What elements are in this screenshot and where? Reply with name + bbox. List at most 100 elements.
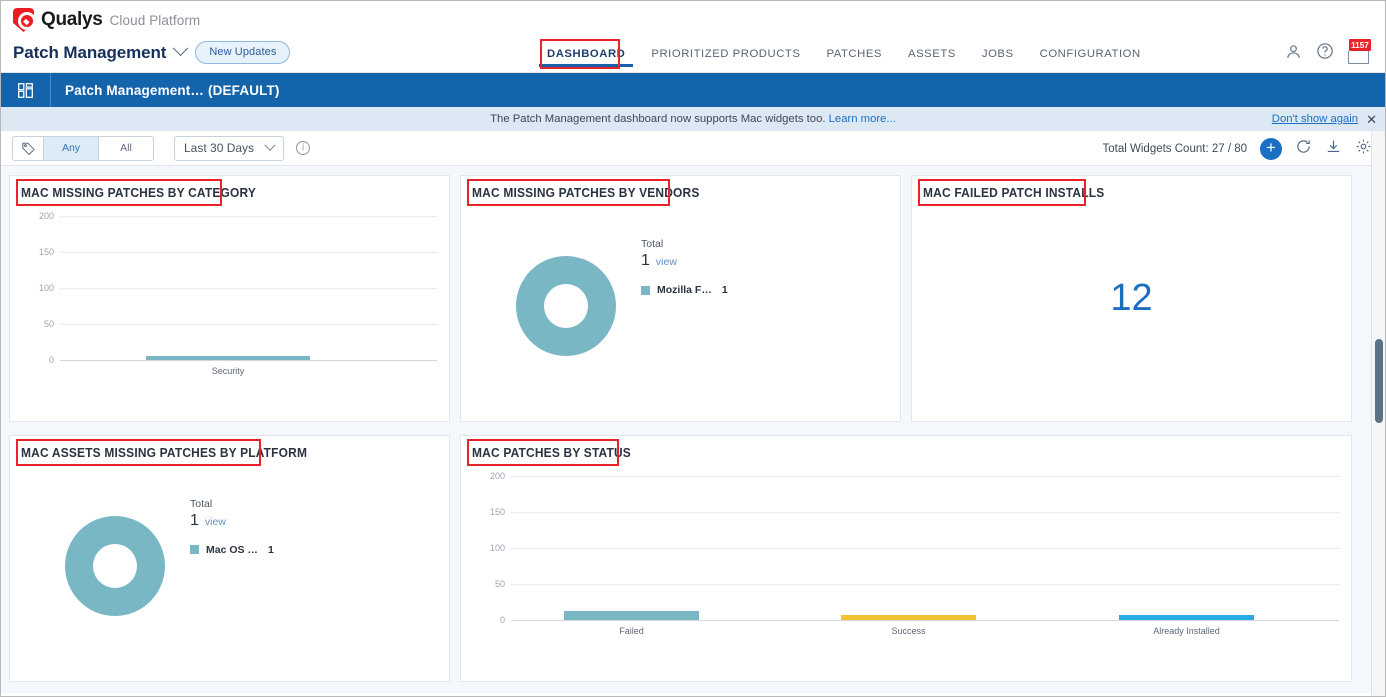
bar-already-installed[interactable]: [1119, 615, 1254, 620]
widget-count-label: Total Widgets Count: 27 / 80: [1103, 143, 1247, 155]
view-link[interactable]: view: [656, 256, 677, 268]
brand-logo[interactable]: Qualys Cloud Platform: [13, 8, 200, 32]
qualys-logo-icon: [13, 8, 34, 32]
top-brand-bar: Qualys Cloud Platform Patch Management N…: [1, 1, 1385, 73]
total-label: Total: [641, 238, 728, 250]
widget-title: MAC ASSETS MISSING PATCHES BY PLATFORM: [10, 436, 307, 460]
main-navigation: DASHBOARD PRIORITIZED PRODUCTS PATCHES A…: [534, 45, 1154, 68]
tag-filter-group: Any All: [12, 136, 154, 161]
time-period-value: Last 30 Days: [184, 141, 254, 155]
inbox-tray-shape: [1348, 51, 1369, 64]
widget-title: MAC MISSING PATCHES BY VENDORS: [461, 176, 700, 200]
dashboard-title-bar: Patch Management… (DEFAULT): [1, 73, 1385, 107]
donut-legend: Total 1 view Mac OS … 1: [190, 498, 274, 556]
total-value: 1: [641, 252, 650, 270]
toolbar-right-actions: Total Widgets Count: 27 / 80 +: [1103, 131, 1372, 166]
bar-chart-category: 200 150 100 50 0 Security: [20, 216, 437, 391]
widget-title: MAC PATCHES BY STATUS: [461, 436, 631, 460]
x-label-failed: Failed: [564, 626, 699, 636]
y-tick-200: 200: [471, 471, 505, 481]
y-tick-150: 150: [20, 247, 54, 257]
download-icon[interactable]: [1325, 138, 1342, 160]
donut-chart-platform: Total 1 view Mac OS … 1: [10, 462, 449, 667]
brand-platform: Cloud Platform: [110, 13, 201, 28]
tag-filter-all[interactable]: All: [98, 137, 153, 160]
y-tick-50: 50: [20, 319, 54, 329]
y-tick-0: 0: [20, 355, 54, 365]
legend-swatch: [641, 286, 650, 295]
info-icon[interactable]: i: [296, 141, 310, 155]
user-icon[interactable]: [1285, 43, 1302, 65]
add-widget-button[interactable]: +: [1260, 138, 1282, 160]
y-tick-0: 0: [471, 615, 505, 625]
help-icon[interactable]: [1316, 42, 1334, 65]
view-link[interactable]: view: [205, 516, 226, 528]
bar-chart-status: 200 150 100 50 0 Failed Success Already …: [471, 476, 1339, 651]
legend-item[interactable]: Mac OS … 1: [190, 544, 274, 556]
dashboard-name: Patch Management… (DEFAULT): [51, 83, 280, 98]
notice-actions: Don't show again ✕: [1272, 107, 1377, 131]
chevron-down-icon: [264, 140, 275, 151]
total-label: Total: [190, 498, 274, 510]
widget-title: MAC MISSING PATCHES BY CATEGORY: [10, 176, 256, 200]
bar-security[interactable]: [146, 356, 310, 360]
donut-legend: Total 1 view Mozilla F… 1: [641, 238, 728, 296]
vertical-scrollbar[interactable]: [1371, 131, 1385, 697]
total-value: 1: [190, 512, 199, 530]
legend-item[interactable]: Mozilla F… 1: [641, 284, 728, 296]
x-label-already-installed: Already Installed: [1119, 626, 1254, 636]
y-tick-50: 50: [471, 579, 505, 589]
notice-banner: The Patch Management dashboard now suppo…: [1, 107, 1385, 131]
refresh-icon[interactable]: [1295, 138, 1312, 160]
legend-label: Mozilla F…: [657, 284, 712, 296]
module-name: Patch Management: [13, 43, 166, 63]
donut-slice-mozilla[interactable]: [516, 256, 616, 356]
legend-value: 1: [722, 284, 728, 296]
nav-dashboard[interactable]: DASHBOARD: [534, 45, 638, 68]
brand-name: Qualys: [41, 9, 103, 31]
new-updates-button[interactable]: New Updates: [195, 41, 290, 64]
notice-learn-more-link[interactable]: Learn more...: [829, 113, 896, 125]
close-icon[interactable]: ✕: [1366, 113, 1377, 126]
time-period-select[interactable]: Last 30 Days: [174, 136, 284, 161]
qualys-patch-management-dashboard: Qualys Cloud Platform Patch Management N…: [0, 0, 1386, 697]
widget-mac-failed-patch-installs[interactable]: MAC FAILED PATCH INSTALLS 12: [911, 175, 1352, 422]
nav-jobs[interactable]: JOBS: [969, 45, 1027, 68]
inbox-icon[interactable]: 1157: [1348, 44, 1369, 64]
x-label-security: Security: [146, 366, 310, 376]
donut-slice-macos[interactable]: [65, 516, 165, 616]
nav-assets[interactable]: ASSETS: [895, 45, 969, 68]
failed-patch-installs-count[interactable]: 12: [912, 176, 1351, 421]
donut-chart-vendors: Total 1 view Mozilla F… 1: [461, 202, 900, 407]
scrollbar-thumb[interactable]: [1375, 339, 1383, 423]
nav-patches[interactable]: PATCHES: [813, 45, 895, 68]
inbox-badge-count: 1157: [1349, 39, 1371, 51]
tag-filter-any[interactable]: Any: [43, 137, 98, 160]
tag-icon[interactable]: [13, 141, 43, 156]
x-label-success: Success: [841, 626, 976, 636]
module-selector[interactable]: Patch Management New Updates: [13, 41, 290, 64]
widget-mac-missing-patches-by-category[interactable]: MAC MISSING PATCHES BY CATEGORY 200 150 …: [9, 175, 450, 422]
widget-mac-patches-by-status[interactable]: MAC PATCHES BY STATUS 200 150 100 50 0 F…: [460, 435, 1352, 682]
nav-prioritized-products[interactable]: PRIORITIZED PRODUCTS: [638, 45, 813, 68]
bar-failed[interactable]: [564, 611, 699, 620]
widget-mac-assets-missing-patches-by-platform[interactable]: MAC ASSETS MISSING PATCHES BY PLATFORM T…: [9, 435, 450, 682]
chevron-down-icon[interactable]: [173, 40, 189, 56]
legend-label: Mac OS …: [206, 544, 258, 556]
dashboard-canvas: MAC MISSING PATCHES BY CATEGORY 200 150 …: [1, 166, 1385, 693]
bar-success[interactable]: [841, 615, 976, 620]
gear-icon[interactable]: [1355, 138, 1372, 160]
y-tick-100: 100: [471, 543, 505, 553]
nav-configuration[interactable]: CONFIGURATION: [1027, 45, 1154, 68]
y-tick-100: 100: [20, 283, 54, 293]
notice-text: The Patch Management dashboard now suppo…: [490, 113, 825, 125]
legend-swatch: [190, 545, 199, 554]
filter-toolbar: Any All Last 30 Days i Total Widgets Cou…: [1, 131, 1385, 166]
y-tick-200: 200: [20, 211, 54, 221]
dashboard-grid-icon[interactable]: [1, 73, 51, 107]
y-tick-150: 150: [471, 507, 505, 517]
notice-dont-show-again-link[interactable]: Don't show again: [1272, 113, 1358, 125]
top-right-actions: 1157: [1285, 42, 1369, 65]
legend-value: 1: [268, 544, 274, 556]
widget-mac-missing-patches-by-vendors[interactable]: MAC MISSING PATCHES BY VENDORS Total 1 v…: [460, 175, 901, 422]
